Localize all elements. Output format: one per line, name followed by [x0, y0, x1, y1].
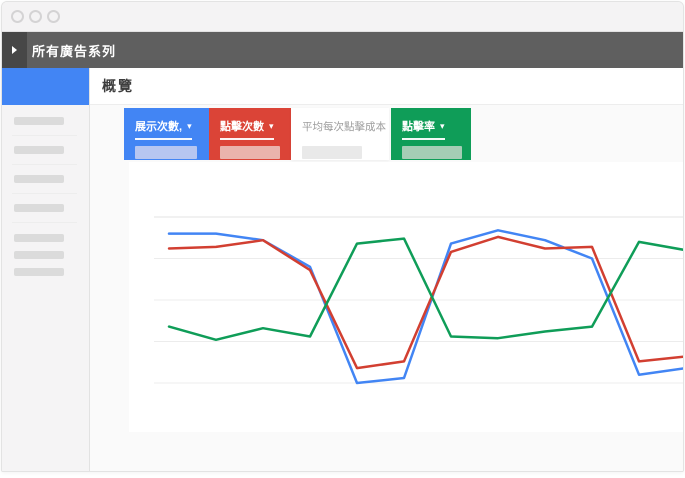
metric-value-placeholder — [220, 146, 280, 159]
browser-titlebar — [2, 2, 683, 32]
metric-value-placeholder — [402, 146, 462, 159]
metric-card-ctr[interactable]: 點擊率 ▾ — [391, 108, 471, 160]
chevron-down-icon[interactable]: ▾ — [440, 121, 445, 131]
sidebar-divider — [12, 193, 77, 194]
sidebar-subitem-placeholder-3[interactable] — [14, 268, 64, 276]
chevron-down-icon[interactable]: ▾ — [269, 121, 274, 131]
main-layout: 概覽 展示次數, ▾ 點擊次數 ▾ 平均每次點擊成本 — [2, 68, 683, 471]
sidebar-subgroup — [2, 234, 89, 276]
metric-cards-row: 展示次數, ▾ 點擊次數 ▾ 平均每次點擊成本 — [124, 108, 471, 160]
metric-card-label: 平均每次點擊成本 — [302, 121, 386, 133]
metric-card-clicks[interactable]: 點擊次數 ▾ — [209, 108, 291, 160]
app-window: 所有廣告系列 概覽 — [1, 1, 684, 472]
sidebar-selected-item[interactable] — [2, 68, 89, 105]
sidebar-subitem-placeholder-2[interactable] — [14, 251, 64, 259]
chevron-right-icon — [12, 46, 17, 54]
sidebar-subitem-placeholder-1[interactable] — [14, 234, 64, 242]
metric-card-header: 展示次數, ▾ — [135, 117, 192, 140]
sidebar-nav — [2, 105, 89, 276]
sidebar — [2, 68, 90, 471]
metric-card-label: 點擊率 — [402, 121, 435, 133]
window-minimize-button[interactable] — [29, 10, 42, 23]
sidebar-item-placeholder-3[interactable] — [14, 175, 64, 183]
chevron-down-icon[interactable]: ▾ — [187, 121, 192, 131]
app-header: 所有廣告系列 — [2, 32, 683, 68]
metric-card-label: 展示次數, — [135, 121, 182, 133]
header-title: 所有廣告系列 — [32, 41, 116, 60]
metric-card-avg-cpc[interactable]: 平均每次點擊成本 — [291, 108, 389, 160]
sidebar-divider — [12, 164, 77, 165]
sidebar-divider — [12, 135, 77, 136]
window-close-button[interactable] — [11, 10, 24, 23]
metric-card-header: 平均每次點擊成本 — [302, 117, 386, 138]
metric-card-impressions[interactable]: 展示次數, ▾ — [124, 108, 209, 160]
main-content: 概覽 展示次數, ▾ 點擊次數 ▾ 平均每次點擊成本 — [90, 68, 683, 471]
metric-value-placeholder — [135, 146, 197, 159]
page-titlebar: 概覽 — [90, 68, 683, 105]
chart-panel — [129, 162, 683, 432]
menu-expand-button[interactable] — [2, 32, 27, 68]
metric-card-header: 點擊率 ▾ — [402, 117, 445, 140]
sidebar-item-placeholder-1[interactable] — [14, 117, 64, 125]
overview-line-chart — [129, 162, 683, 432]
window-zoom-button[interactable] — [47, 10, 60, 23]
sidebar-item-placeholder-2[interactable] — [14, 146, 64, 154]
page-title: 概覽 — [102, 76, 134, 96]
metric-card-header: 點擊次數 ▾ — [220, 117, 274, 140]
metric-card-label: 點擊次數 — [220, 121, 264, 133]
sidebar-item-placeholder-4[interactable] — [14, 204, 64, 212]
sidebar-divider — [12, 222, 77, 223]
metric-value-placeholder — [302, 146, 362, 159]
